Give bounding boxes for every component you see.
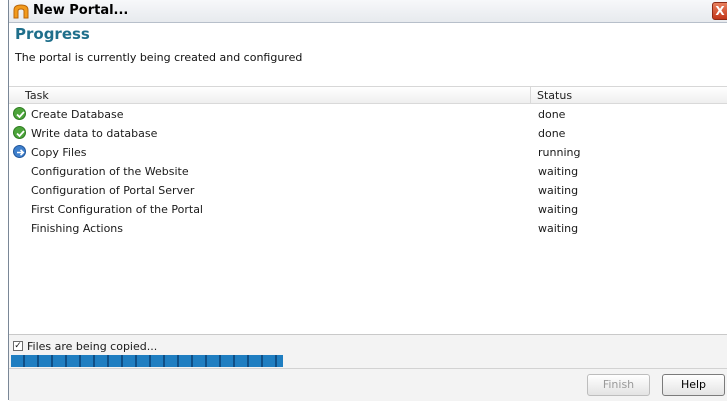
table-row: Write data to database done (9, 125, 727, 143)
header-panel: Progress The portal is currently being c… (9, 23, 727, 86)
page-title: Progress (15, 25, 90, 43)
arrow-right-icon (13, 145, 26, 158)
task-table: Task Status Create Database done Write d… (9, 86, 727, 335)
task-name: Configuration of the Website (31, 165, 189, 178)
table-row: Finishing Actions waiting (9, 220, 727, 238)
table-row: First Configuration of the Portal waitin… (9, 201, 727, 219)
column-header-task[interactable]: Task (9, 87, 531, 104)
finish-button[interactable]: Finish (587, 374, 650, 396)
task-status: waiting (538, 184, 579, 197)
table-row: Copy Files running (9, 144, 727, 162)
task-name: First Configuration of the Portal (31, 203, 203, 216)
task-name: Create Database (31, 108, 124, 121)
portal-app-icon (13, 4, 29, 19)
task-status: waiting (538, 165, 579, 178)
page-subtitle: The portal is currently being created an… (15, 51, 303, 64)
task-status: waiting (538, 203, 579, 216)
task-name: Configuration of Portal Server (31, 184, 195, 197)
button-bar: Finish Help (9, 368, 727, 401)
task-status: done (538, 127, 566, 140)
table-row: Configuration of Portal Server waiting (9, 182, 727, 200)
table-row: Configuration of the Website waiting (9, 163, 727, 181)
task-name: Copy Files (31, 146, 87, 159)
task-status: running (538, 146, 581, 159)
column-header-status[interactable]: Status (531, 87, 727, 104)
help-button[interactable]: Help (662, 374, 725, 396)
copy-progress-bar (11, 355, 283, 367)
task-status: waiting (538, 222, 579, 235)
check-icon (13, 126, 26, 139)
status-panel: ✓ Files are being copied... (9, 334, 727, 369)
status-message: Files are being copied... (27, 340, 158, 353)
task-name: Write data to database (31, 127, 158, 140)
task-status: done (538, 108, 566, 121)
window-title: New Portal... (33, 3, 129, 18)
title-bar: New Portal... X (9, 0, 727, 23)
new-portal-window: New Portal... X Progress The portal is c… (8, 0, 727, 401)
table-row: Create Database done (9, 106, 727, 124)
details-toggle-checkbox[interactable]: ✓ (13, 341, 23, 351)
check-icon (13, 107, 26, 120)
task-name: Finishing Actions (31, 222, 124, 235)
close-button[interactable]: X (712, 2, 727, 20)
